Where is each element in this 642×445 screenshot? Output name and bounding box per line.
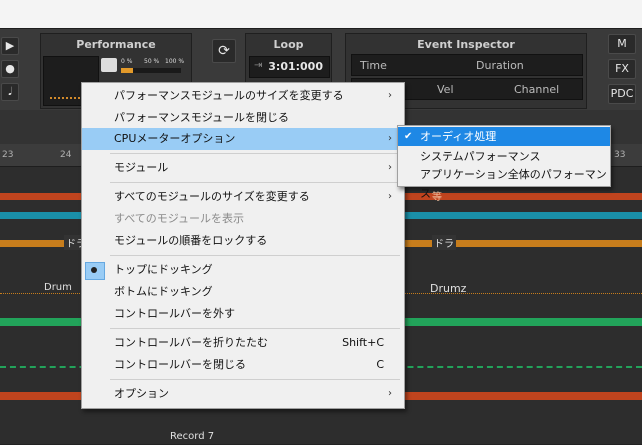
- clip-label-dora-right: ドラ: [432, 235, 456, 250]
- ruler-bar-24: 24: [60, 150, 72, 160]
- ruler-bar-23: 23: [2, 150, 14, 160]
- menu-item-undock-control-bar[interactable]: コントロールバーを外す: [82, 303, 404, 325]
- cpu-icon: [101, 58, 117, 72]
- menu-item-modules[interactable]: モジュール ›: [82, 157, 404, 179]
- check-icon: ✔: [404, 131, 413, 142]
- submenu-arrow-icon: ›: [388, 133, 392, 144]
- record-icon: ●: [5, 62, 15, 75]
- duration-label: Duration: [476, 59, 524, 72]
- menu-item-show-all-modules: すべてのモジュールを表示: [114, 212, 245, 225]
- loop-title: Loop: [273, 38, 304, 51]
- loop-start-icon: ⇥: [254, 60, 263, 71]
- menu-separator: [110, 153, 400, 154]
- metronome-icon: 𝅘𝅥: [8, 85, 12, 98]
- submenu-item-application-performance[interactable]: アプリケーション全体のパフォーマンス: [398, 165, 610, 200]
- menu-separator: [110, 255, 400, 256]
- submenu-arrow-icon: ›: [388, 388, 392, 399]
- menu-separator: [110, 182, 400, 183]
- play-icon: ▶: [5, 39, 15, 52]
- menu-item-dock-bottom[interactable]: ボトムにドッキング: [82, 281, 404, 303]
- channel-label: Channel: [514, 83, 560, 96]
- pdc-button[interactable]: PDC: [608, 84, 636, 104]
- cpu-meter-submenu: ✔ オーディオ処理 システムパフォーマンス アプリケーション全体のパフォーマンス: [397, 125, 611, 200]
- clip-label-record7: Record 7: [170, 431, 215, 442]
- menu-item-collapse-control-bar[interactable]: コントロールバーを折りたたむ Shift+C: [82, 332, 404, 354]
- fx-button[interactable]: FX: [608, 59, 636, 79]
- loop-time: 3:01:000: [268, 60, 323, 73]
- time-label: Time: [360, 59, 387, 72]
- menu-item-options[interactable]: オプション ›: [82, 383, 404, 405]
- menu-item-resize-all-modules[interactable]: すべてのモジュールのサイズを変更する ›: [82, 186, 404, 208]
- menu-item-resize-performance[interactable]: パフォーマンスモジュールのサイズを変更する ›: [82, 85, 404, 107]
- event-inspector-row1: Time Duration: [351, 54, 583, 76]
- submenu-arrow-icon: ›: [388, 191, 392, 202]
- mute-button[interactable]: M: [608, 34, 636, 54]
- performance-title: Performance: [76, 38, 156, 51]
- cpu-meter-fill: [121, 68, 133, 73]
- menu-separator: [110, 379, 400, 380]
- shortcut-label: Shift+C: [342, 336, 384, 349]
- menu-item-cpu-meter-options[interactable]: CPUメーターオプション ›: [82, 128, 404, 150]
- submenu-arrow-icon: ›: [388, 90, 392, 101]
- menu-item-close-control-bar[interactable]: コントロールバーを閉じる C: [82, 354, 404, 376]
- event-inspector-title: Event Inspector: [417, 38, 515, 51]
- metronome-button[interactable]: 𝅘𝅥: [1, 83, 19, 101]
- loop-toggle-button[interactable]: ⟳: [212, 39, 236, 63]
- submenu-item-audio-processing[interactable]: ✔ オーディオ処理: [398, 127, 610, 146]
- loop-time-field[interactable]: ⇥ 3:01:000: [249, 56, 330, 78]
- menu-separator: [110, 328, 400, 329]
- record-button[interactable]: ●: [1, 60, 19, 78]
- menu-item-close-performance[interactable]: パフォーマンスモジュールを閉じる: [82, 107, 404, 129]
- menu-item-lock-module-order[interactable]: モジュールの順番をロックする: [82, 230, 404, 252]
- clip-label-drumz: Drumz: [430, 282, 467, 295]
- play-button[interactable]: ▶: [1, 37, 19, 55]
- submenu-item-system-performance[interactable]: システムパフォーマンス: [398, 147, 610, 166]
- shortcut-label: C: [376, 358, 384, 371]
- submenu-arrow-icon: ›: [388, 162, 392, 173]
- radio-bullet-icon: [91, 267, 97, 273]
- performance-graph-line: [50, 95, 80, 99]
- window-top-strip: [0, 0, 642, 28]
- velocity-label: Vel: [437, 83, 454, 96]
- meter-label-0: 0 %: [121, 58, 133, 65]
- clip-label-drum: Drum: [44, 282, 72, 293]
- menu-item-dock-top[interactable]: トップにドッキング: [82, 259, 404, 281]
- loop-icon: ⟳: [218, 43, 230, 59]
- meter-label-50: 50 %: [144, 58, 160, 65]
- meter-label-100: 100 %: [165, 58, 185, 65]
- context-menu: パフォーマンスモジュールのサイズを変更する › パフォーマンスモジュールを閉じる…: [81, 82, 405, 409]
- cpu-meter: [121, 68, 181, 73]
- ruler-bar-33: 33: [614, 150, 626, 160]
